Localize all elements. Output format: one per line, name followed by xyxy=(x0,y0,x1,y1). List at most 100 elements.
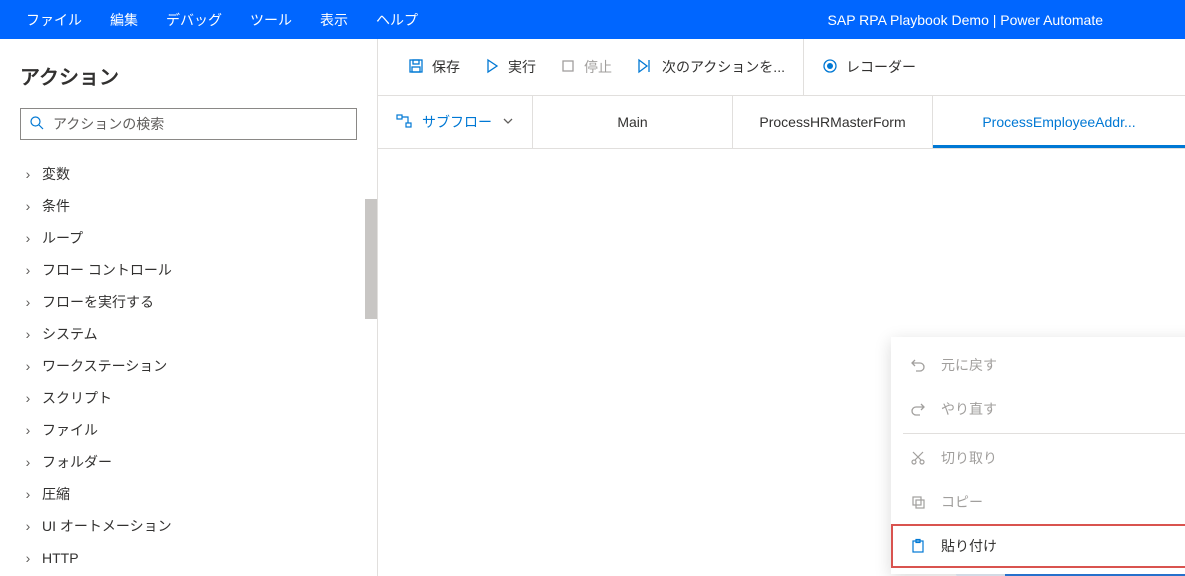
chevron-right-icon: › xyxy=(20,422,36,438)
chevron-right-icon: › xyxy=(20,486,36,502)
category-item[interactable]: › フロー コントロール xyxy=(12,254,365,286)
ctx-undo: 元に戻す Ctrl+Z xyxy=(891,343,1185,387)
context-menu: 元に戻す Ctrl+Z やり直す Ctrl+Y 切り取り Ctrl+X コピー … xyxy=(891,337,1185,574)
category-label: ファイル xyxy=(42,420,98,440)
sidebar-title: アクション xyxy=(0,39,377,108)
category-label: ループ xyxy=(42,228,83,248)
stop-label: 停止 xyxy=(584,57,612,77)
toolbar: 保存 実行 停止 次のアクションを... レコーダー xyxy=(378,39,1185,96)
chevron-right-icon: › xyxy=(20,454,36,470)
category-label: システム xyxy=(42,324,98,344)
category-item[interactable]: › 条件 xyxy=(12,190,365,222)
undo-icon xyxy=(909,357,927,373)
paste-icon xyxy=(909,538,927,554)
tab-label: ProcessEmployeeAddr... xyxy=(982,114,1135,130)
run-button[interactable]: 実行 xyxy=(472,39,548,95)
save-label: 保存 xyxy=(432,57,460,77)
category-item[interactable]: › ファイル xyxy=(12,414,365,446)
category-item[interactable]: › フォルダー xyxy=(12,446,365,478)
save-icon xyxy=(408,58,424,77)
menu-file[interactable]: ファイル xyxy=(12,0,96,39)
category-label: 圧縮 xyxy=(42,484,70,504)
copy-icon xyxy=(909,494,927,510)
subflow-icon xyxy=(396,113,412,132)
category-item[interactable]: › 変数 xyxy=(12,158,365,190)
ctx-label: やり直す xyxy=(941,399,1185,419)
category-list: › 変数 › 条件 › ループ › フロー コントロール › フローを実行する › システム… xyxy=(0,158,377,576)
ctx-cut: 切り取り Ctrl+X xyxy=(891,436,1185,480)
category-label: 条件 xyxy=(42,196,70,216)
menubar: ファイル 編集 デバッグ ツール 表示 ヘルプ SAP RPA Playbook… xyxy=(0,0,1185,39)
play-icon xyxy=(484,58,500,77)
category-item[interactable]: › フローを実行する xyxy=(12,286,365,318)
search-actions-box[interactable] xyxy=(20,108,357,140)
category-label: UI オートメーション xyxy=(42,516,172,536)
sidebar-scrollbar[interactable] xyxy=(365,199,377,319)
recorder-button[interactable]: レコーダー xyxy=(810,39,928,95)
category-label: フローを実行する xyxy=(42,292,154,312)
tab-process-hr-master-form[interactable]: ProcessHRMasterForm xyxy=(733,96,933,148)
chevron-right-icon: › xyxy=(20,550,36,566)
ctx-redo: やり直す Ctrl+Y xyxy=(891,387,1185,431)
chevron-right-icon: › xyxy=(20,518,36,534)
category-label: HTTP xyxy=(42,550,79,566)
ctx-label: 切り取り xyxy=(941,448,1185,468)
tab-label: Main xyxy=(617,114,647,130)
category-label: ワークステーション xyxy=(42,356,167,376)
ctx-label: 元に戻す xyxy=(941,355,1185,375)
stop-button: 停止 xyxy=(548,39,624,95)
chevron-down-icon xyxy=(502,114,514,130)
ctx-label: 貼り付け xyxy=(941,536,1185,556)
category-label: フロー コントロール xyxy=(42,260,172,280)
menu-tools[interactable]: ツール xyxy=(236,0,306,39)
chevron-right-icon: › xyxy=(20,326,36,342)
recorder-label: レコーダー xyxy=(846,57,916,77)
menu-debug[interactable]: デバッグ xyxy=(152,0,236,39)
category-label: スクリプト xyxy=(42,388,112,408)
run-label: 実行 xyxy=(508,57,536,77)
content-area: 保存 実行 停止 次のアクションを... レコーダー xyxy=(378,39,1185,576)
chevron-right-icon: › xyxy=(20,358,36,374)
next-action-button[interactable]: 次のアクションを... xyxy=(624,39,797,95)
menu-help[interactable]: ヘルプ xyxy=(362,0,432,39)
chevron-right-icon: › xyxy=(20,390,36,406)
chevron-right-icon: › xyxy=(20,294,36,310)
ctx-label: コピー xyxy=(941,492,1185,512)
actions-sidebar: アクション › 変数 › 条件 › ループ › フロー コントロール › フローを実行する… xyxy=(0,39,378,576)
category-item[interactable]: › スクリプト xyxy=(12,382,365,414)
menu-view[interactable]: 表示 xyxy=(306,0,362,39)
stop-icon xyxy=(560,58,576,77)
tab-label: ProcessHRMasterForm xyxy=(759,114,905,130)
tab-process-employee-addr[interactable]: ProcessEmployeeAddr... xyxy=(933,96,1185,148)
save-button[interactable]: 保存 xyxy=(396,39,472,95)
search-icon xyxy=(29,115,53,134)
subflow-label: サブフロー xyxy=(422,112,492,132)
record-icon xyxy=(822,58,838,77)
tabbar: サブフロー Main ProcessHRMasterForm ProcessEm… xyxy=(378,96,1185,149)
ctx-copy: コピー Ctrl+C xyxy=(891,480,1185,524)
category-item[interactable]: › ループ xyxy=(12,222,365,254)
toolbar-separator xyxy=(803,39,804,95)
chevron-right-icon: › xyxy=(20,262,36,278)
category-item[interactable]: › UI オートメーション xyxy=(12,510,365,542)
subflow-dropdown[interactable]: サブフロー xyxy=(378,96,533,148)
menu-edit[interactable]: 編集 xyxy=(96,0,152,39)
tab-main[interactable]: Main xyxy=(533,96,733,148)
chevron-right-icon: › xyxy=(20,230,36,246)
chevron-right-icon: › xyxy=(20,198,36,214)
category-label: 変数 xyxy=(42,164,70,184)
category-label: フォルダー xyxy=(42,452,112,472)
redo-icon xyxy=(909,401,927,417)
category-item[interactable]: › ワークステーション xyxy=(12,350,365,382)
chevron-right-icon: › xyxy=(20,166,36,182)
category-item[interactable]: › システム xyxy=(12,318,365,350)
search-actions-input[interactable] xyxy=(53,116,348,132)
cut-icon xyxy=(909,450,927,466)
window-title: SAP RPA Playbook Demo | Power Automate xyxy=(828,12,1173,28)
next-label: 次のアクションを... xyxy=(662,57,785,77)
step-icon xyxy=(636,58,654,77)
ctx-paste[interactable]: 貼り付け Ctrl+V xyxy=(891,524,1185,568)
ctx-separator xyxy=(903,433,1185,434)
category-item[interactable]: › 圧縮 xyxy=(12,478,365,510)
category-item[interactable]: › HTTP xyxy=(12,542,365,574)
